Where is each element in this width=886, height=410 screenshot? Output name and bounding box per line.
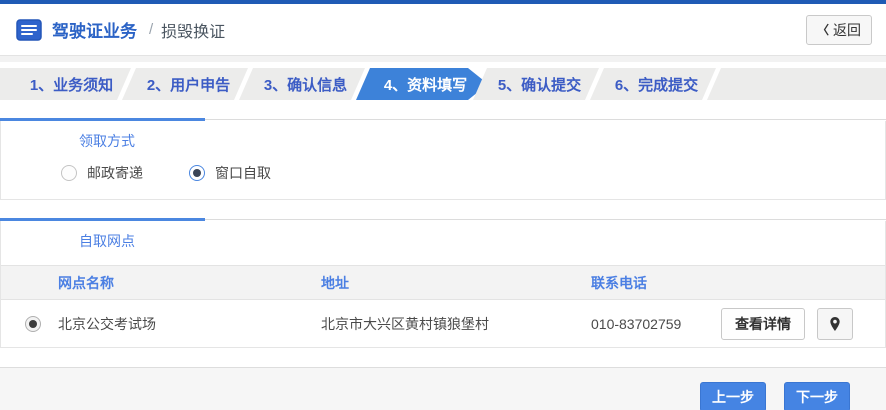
column-header-phone: 联系电话 — [591, 275, 647, 291]
wizard-footer: 上一步 下一步 — [0, 367, 886, 410]
back-button-label: 返回 — [833, 21, 861, 38]
breadcrumb-separator: / — [149, 21, 154, 38]
page-header: 驾驶证业务 / 损毁换证 〈 返回 — [0, 4, 886, 56]
pickup-method-options: 邮政寄递 窗口自取 — [1, 159, 885, 199]
radio-unchecked-icon[interactable] — [61, 165, 77, 181]
location-pin-icon — [830, 316, 840, 331]
step-label: 5、确认提交 — [497, 76, 582, 94]
page-subtitle: 损毁换证 — [161, 23, 226, 41]
step-4-fill-materials-active[interactable]: 4、资料填写 — [351, 68, 488, 100]
back-button[interactable]: 〈 返回 — [806, 14, 872, 45]
next-step-label: 下一步 — [796, 389, 838, 405]
pickup-method-section: 领取方式 邮政寄递 窗口自取 — [0, 118, 886, 200]
step-label: 2、用户申告 — [146, 76, 231, 94]
pickup-outlets-title: 自取网点 — [79, 233, 135, 249]
page-title: 驾驶证业务 — [52, 22, 137, 41]
outlet-phone: 010-83702759 — [591, 315, 682, 332]
step-3-confirm-info[interactable]: 3、确认信息 — [234, 68, 365, 100]
previous-step-label: 上一步 — [712, 389, 754, 405]
pickup-method-title: 领取方式 — [79, 133, 135, 149]
outlets-table-header: 网点名称 地址 联系电话 — [1, 265, 885, 300]
view-details-button[interactable]: 查看详情 — [721, 307, 805, 340]
outlet-name: 北京公交考试场 — [58, 315, 156, 332]
previous-step-button[interactable]: 上一步 — [700, 382, 766, 410]
row-radio-checked-icon[interactable] — [25, 315, 41, 332]
step-wizard: 1、业务须知 2、用户申告 3、确认信息 4、资料填写 5、确认提交 6、完成提… — [0, 68, 886, 100]
step-label: 1、业务须知 — [29, 76, 114, 94]
radio-option-window-pickup[interactable]: 窗口自取 — [189, 163, 271, 183]
radio-option-label: 窗口自取 — [215, 165, 271, 181]
step-2-user-declaration[interactable]: 2、用户申告 — [117, 68, 248, 100]
radio-checked-icon[interactable] — [189, 165, 205, 181]
section-accent-underline — [0, 118, 205, 121]
outlet-address: 北京市大兴区黄村镇狼堡村 — [321, 315, 489, 332]
step-6-complete-submit[interactable]: 6、完成提交 — [585, 68, 716, 100]
column-header-outlet-name: 网点名称 — [58, 275, 114, 291]
next-step-button[interactable]: 下一步 — [784, 382, 850, 410]
back-chevron-icon: 〈 — [816, 23, 829, 37]
step-label: 3、确认信息 — [263, 76, 348, 94]
radio-option-postal-delivery[interactable]: 邮政寄递 — [61, 163, 143, 183]
view-details-label: 查看详情 — [735, 315, 791, 332]
section-accent-underline — [0, 218, 205, 221]
radio-option-label: 邮政寄递 — [87, 165, 143, 181]
column-header-address: 地址 — [321, 275, 349, 291]
step-bar-filler — [707, 68, 886, 100]
step-5-confirm-submit[interactable]: 5、确认提交 — [468, 68, 599, 100]
pickup-outlets-section: 自取网点 网点名称 地址 联系电话 北京公交考试场 北京市大兴区黄村镇狼堡村 0… — [0, 218, 886, 348]
step-label: 4、资料填写 — [383, 76, 468, 94]
step-1-business-notice[interactable]: 1、业务须知 — [0, 68, 131, 100]
id-card-list-icon — [16, 18, 42, 41]
map-location-button[interactable] — [817, 307, 853, 340]
outlet-table-row[interactable]: 北京公交考试场 北京市大兴区黄村镇狼堡村 010-83702759 查看详情 — [1, 300, 885, 347]
step-label: 6、完成提交 — [614, 76, 699, 94]
header-divider-band — [0, 56, 886, 62]
